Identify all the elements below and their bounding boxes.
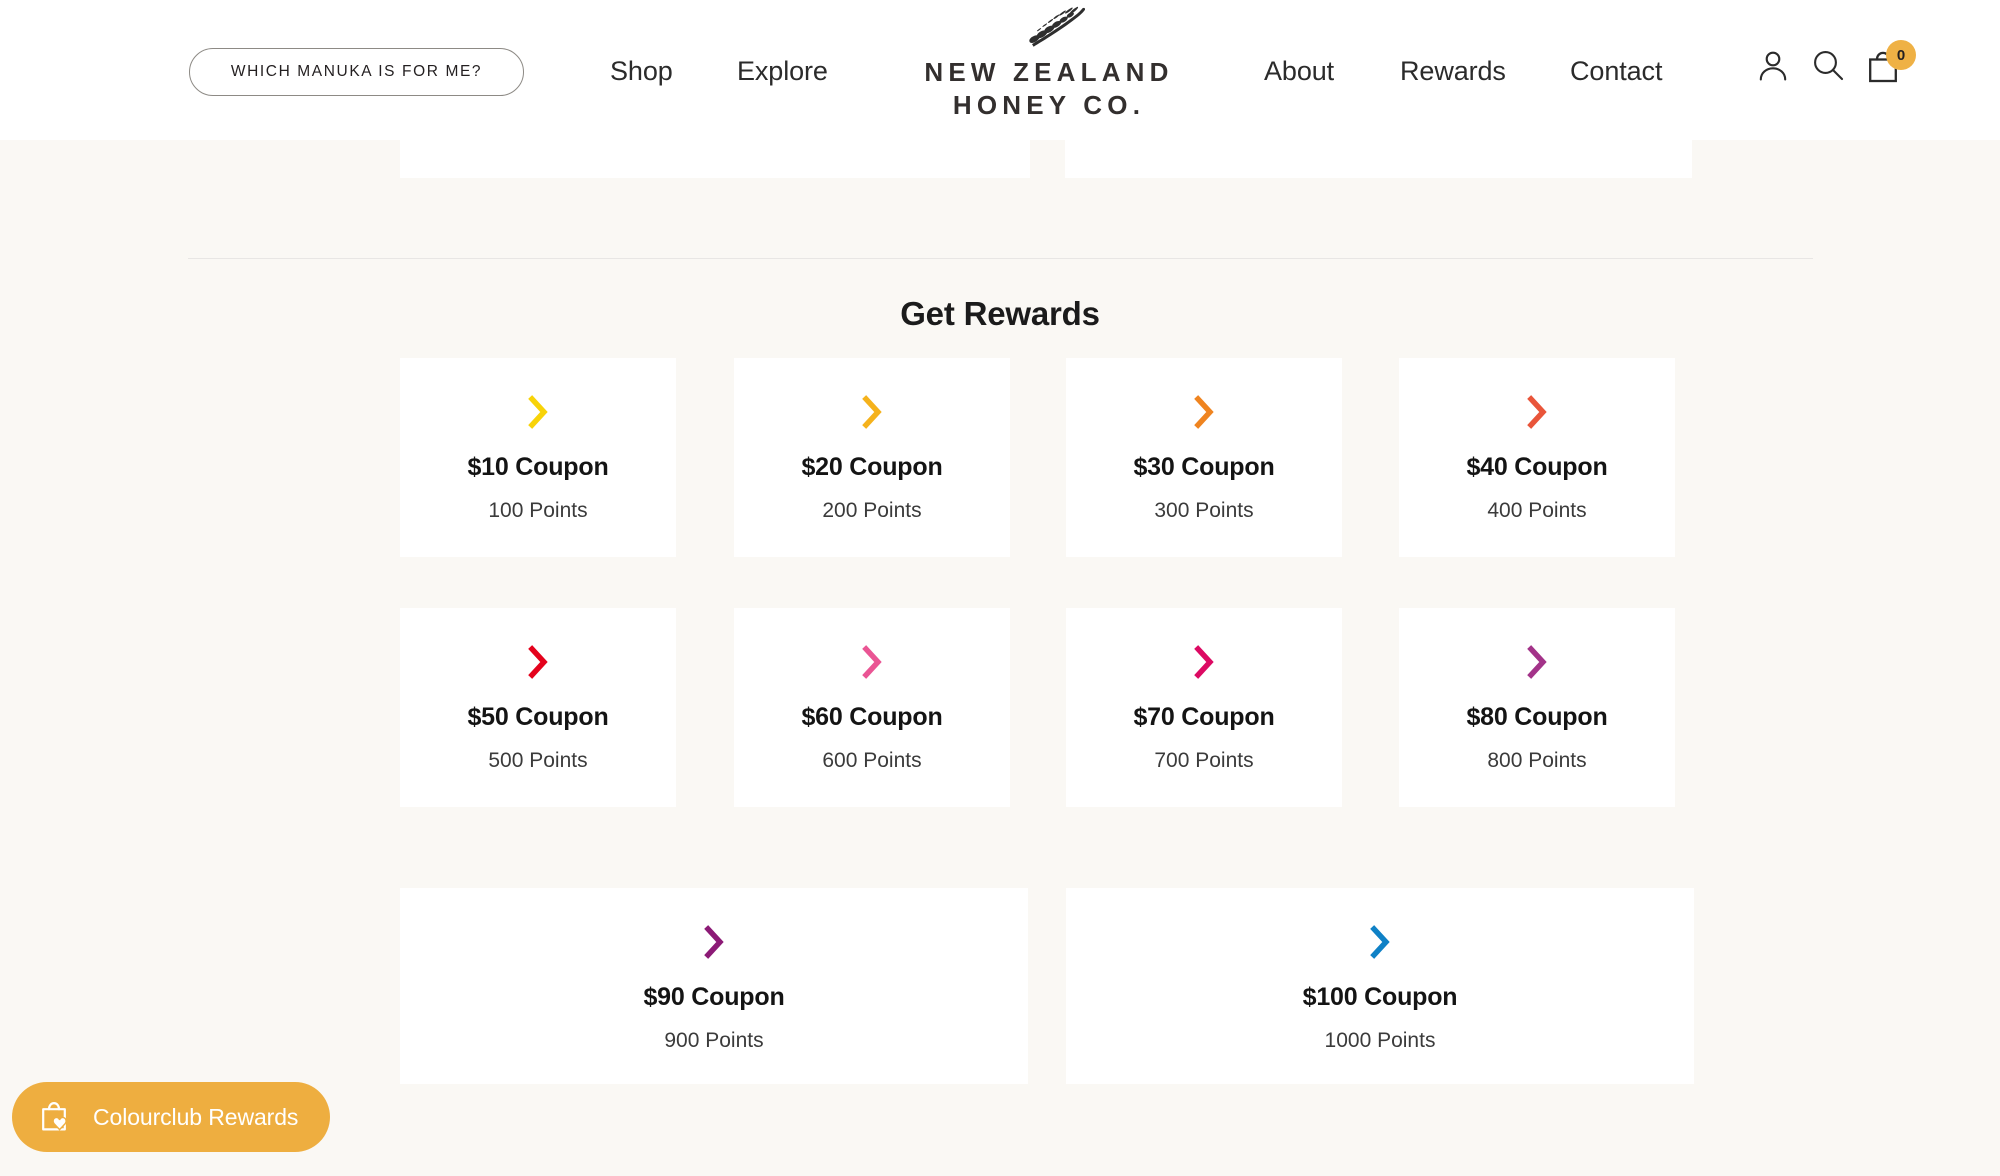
chevron-right-icon — [1370, 925, 1390, 959]
chevron-right-icon — [1194, 395, 1214, 429]
rewards-page: Get Rewards $10 Coupon 100 Points $20 Co… — [0, 118, 2000, 1176]
nav-link-shop[interactable]: Shop — [610, 56, 673, 87]
account-icon[interactable] — [1756, 48, 1790, 82]
logo-text-line1: NEW ZEALAND — [924, 57, 1174, 87]
reward-card-40[interactable]: $40 Coupon 400 Points — [1399, 358, 1675, 557]
reward-points: 600 Points — [822, 749, 922, 772]
section-divider — [188, 258, 1813, 259]
fern-leaf-icon — [1029, 6, 1085, 47]
chevron-right-icon — [862, 395, 882, 429]
cart-count-badge: 0 — [1886, 40, 1916, 70]
reward-card-80[interactable]: $80 Coupon 800 Points — [1399, 608, 1675, 807]
reward-title: $60 Coupon — [801, 703, 943, 731]
chevron-right-icon — [1194, 645, 1214, 679]
page-title: Get Rewards — [900, 295, 1100, 332]
nav-link-about[interactable]: About — [1264, 56, 1334, 87]
chevron-right-icon — [704, 925, 724, 959]
reward-card-70[interactable]: $70 Coupon 700 Points — [1066, 608, 1342, 807]
colourclub-rewards-label: Colourclub Rewards — [93, 1103, 299, 1130]
shopping-bag-heart-icon — [42, 1101, 67, 1131]
which-manuka-cta-button[interactable]: WHICH MANUKA IS FOR ME? — [189, 48, 524, 96]
reward-card-10[interactable]: $10 Coupon 100 Points — [400, 358, 676, 557]
reward-card-50[interactable]: $50 Coupon 500 Points — [400, 608, 676, 807]
reward-title: $40 Coupon — [1466, 453, 1608, 481]
reward-points: 300 Points — [1154, 499, 1254, 522]
site-logo[interactable]: NEW ZEALAND HONEY CO. — [904, 6, 1194, 128]
nav-link-rewards[interactable]: Rewards — [1400, 56, 1506, 87]
reward-title: $10 Coupon — [467, 453, 609, 481]
nav-link-explore[interactable]: Explore — [737, 56, 828, 87]
reward-points: 700 Points — [1154, 749, 1254, 772]
reward-title: $100 Coupon — [1302, 983, 1458, 1011]
reward-card-100[interactable]: $100 Coupon 1000 Points — [1066, 888, 1694, 1084]
reward-title: $50 Coupon — [467, 703, 609, 731]
reward-title: $30 Coupon — [1133, 453, 1275, 481]
reward-points: 400 Points — [1487, 499, 1587, 522]
reward-points: 800 Points — [1487, 749, 1587, 772]
chevron-right-icon — [1527, 645, 1547, 679]
reward-points: 1000 Points — [1324, 1029, 1436, 1052]
reward-card-60[interactable]: $60 Coupon 600 Points — [734, 608, 1010, 807]
reward-points: 900 Points — [664, 1029, 764, 1052]
reward-points: 500 Points — [488, 749, 588, 772]
logo-text-line2: HONEY CO. — [952, 90, 1146, 121]
site-header: WHICH MANUKA IS FOR ME? Shop Explore NEW… — [0, 0, 2000, 140]
reward-card-30[interactable]: $30 Coupon 300 Points — [1066, 358, 1342, 557]
search-icon[interactable] — [1811, 48, 1845, 82]
chevron-right-icon — [862, 645, 882, 679]
nav-link-contact[interactable]: Contact — [1570, 56, 1662, 87]
reward-card-20[interactable]: $20 Coupon 200 Points — [734, 358, 1010, 557]
cart-button[interactable]: 0 — [1862, 40, 1918, 92]
reward-title: $80 Coupon — [1466, 703, 1608, 731]
reward-title: $90 Coupon — [643, 983, 785, 1011]
chevron-right-icon — [1527, 395, 1547, 429]
colourclub-rewards-widget[interactable]: Colourclub Rewards — [12, 1082, 331, 1152]
reward-title: $70 Coupon — [1133, 703, 1275, 731]
reward-points: 100 Points — [488, 499, 588, 522]
reward-points: 200 Points — [822, 499, 922, 522]
reward-title: $20 Coupon — [801, 453, 943, 481]
chevron-right-icon — [528, 645, 548, 679]
chevron-right-icon — [528, 395, 548, 429]
reward-card-90[interactable]: $90 Coupon 900 Points — [400, 888, 1028, 1084]
